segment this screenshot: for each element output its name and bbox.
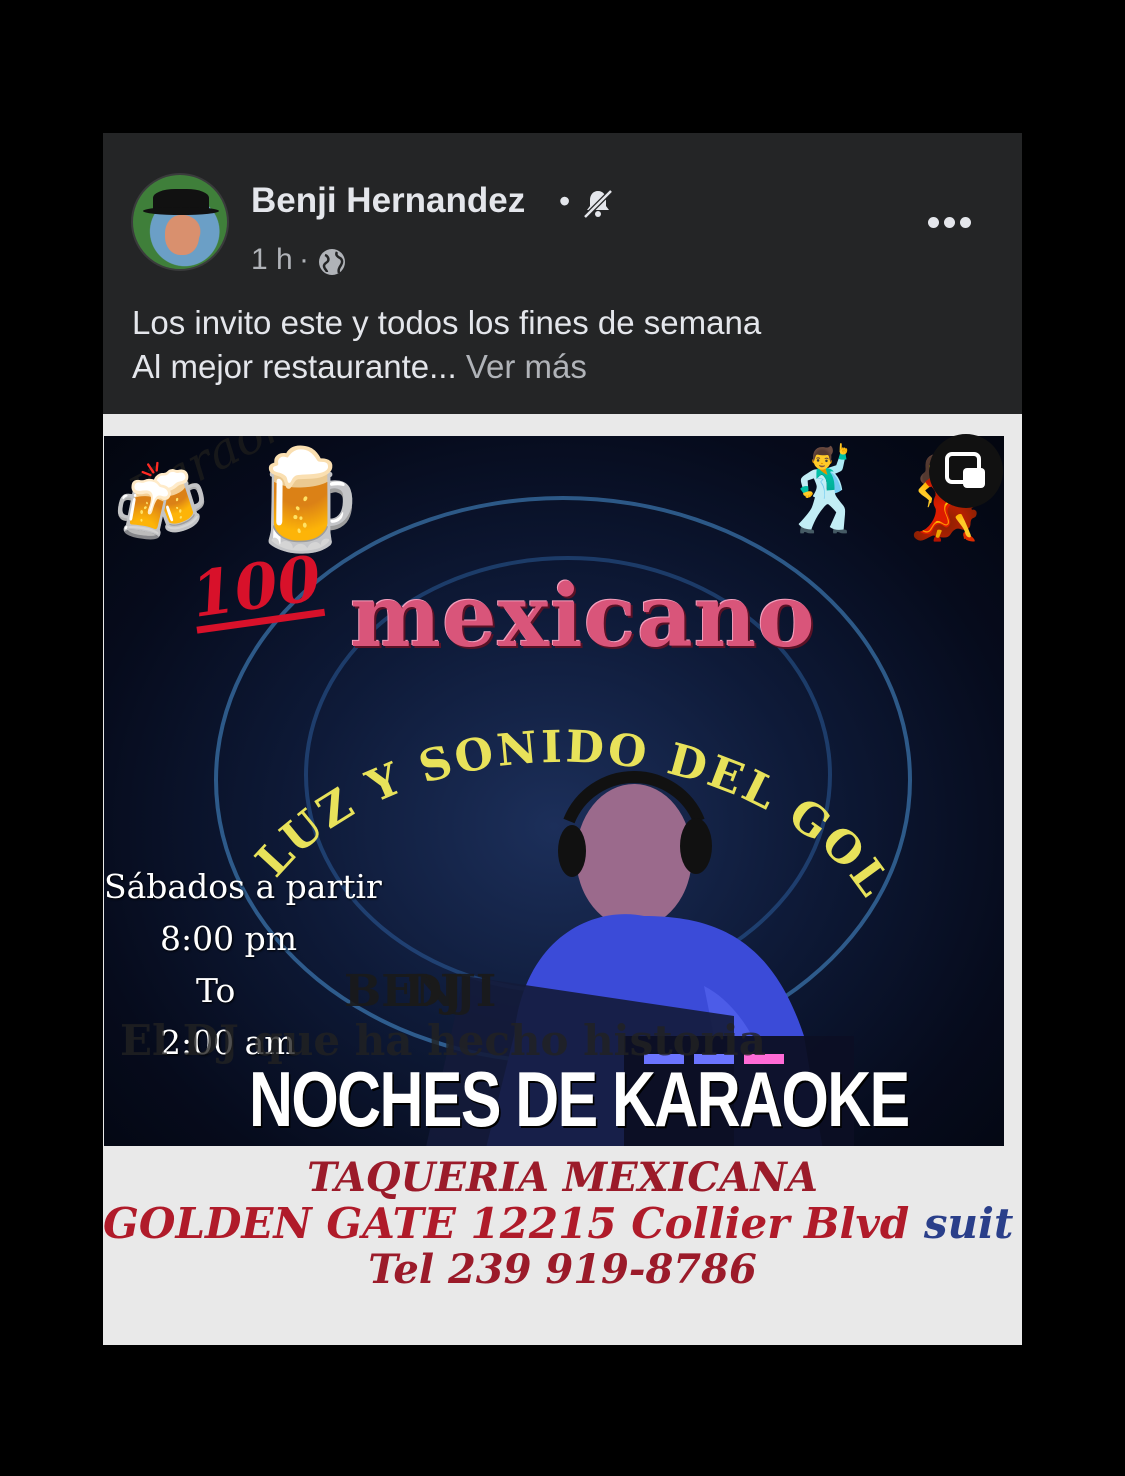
beer-mugs-icon: 🍻	[112, 459, 210, 547]
globe-icon[interactable]	[317, 247, 347, 277]
address-business: TAQUERIA MEXICANA	[307, 1154, 818, 1201]
address-suite: suit #1	[923, 1199, 1022, 1248]
picture-in-picture-icon[interactable]	[929, 434, 1003, 508]
flyer-graphic: Karaoke de nuevo hits A partir del 6 ene…	[104, 436, 1004, 1146]
address-phone: Tel 239 919-8786	[368, 1246, 757, 1293]
screen: { "post": { "author": "Benji Hernandez",…	[0, 0, 1125, 1476]
post-header: Benji Hernandez • 1 h ·	[103, 133, 1022, 276]
avatar-hat-brim	[143, 207, 219, 215]
schedule-start: 8:00 pm	[160, 919, 298, 958]
more-dot	[960, 217, 971, 228]
avatar-face	[165, 215, 199, 255]
name-separator: •	[559, 183, 571, 219]
beer-mug-icon: 🍺	[244, 444, 367, 554]
more-options-icon[interactable]	[925, 207, 973, 237]
man-dancing-icon: 🕺	[776, 445, 876, 534]
schedule-to: To	[196, 971, 236, 1010]
address-street-main: GOLDEN GATE 12215 Collier Blvd	[103, 1199, 910, 1248]
see-more-link[interactable]: Ver más	[466, 348, 587, 385]
caption-line-2-text: Al mejor restaurante...	[132, 348, 457, 385]
schedule-day: Sábados a partir	[104, 867, 382, 906]
post-caption: Los invito este y todos los fines de sem…	[132, 301, 992, 389]
author-name[interactable]: Benji Hernandez	[251, 181, 525, 221]
flyer-address: TAQUERIA MEXICANA GOLDEN GATE 12215 Coll…	[103, 1156, 1022, 1292]
more-dot	[944, 217, 955, 228]
karaoke-title: NOCHES DE KARAOKE	[249, 1055, 910, 1143]
flyer-title: mexicano	[350, 566, 816, 667]
more-dot	[928, 217, 939, 228]
pip-glyph	[945, 452, 985, 488]
notifications-off-icon	[583, 189, 613, 219]
address-street: GOLDEN GATE 12215 Collier Blvd suit #1	[103, 1200, 1022, 1248]
avatar[interactable]	[131, 173, 229, 271]
caption-line-2: Al mejor restaurante... Ver más	[132, 345, 992, 389]
dj-label: DJ	[404, 966, 463, 1017]
time-separator: ·	[299, 243, 309, 276]
post-image[interactable]: Karaoke de nuevo hits A partir del 6 ene…	[103, 414, 1022, 1345]
caption-line-1: Los invito este y todos los fines de sem…	[132, 304, 762, 341]
post-time[interactable]: 1 h	[251, 243, 293, 277]
post-card: Benji Hernandez • 1 h · Los invito este …	[103, 133, 1022, 1345]
